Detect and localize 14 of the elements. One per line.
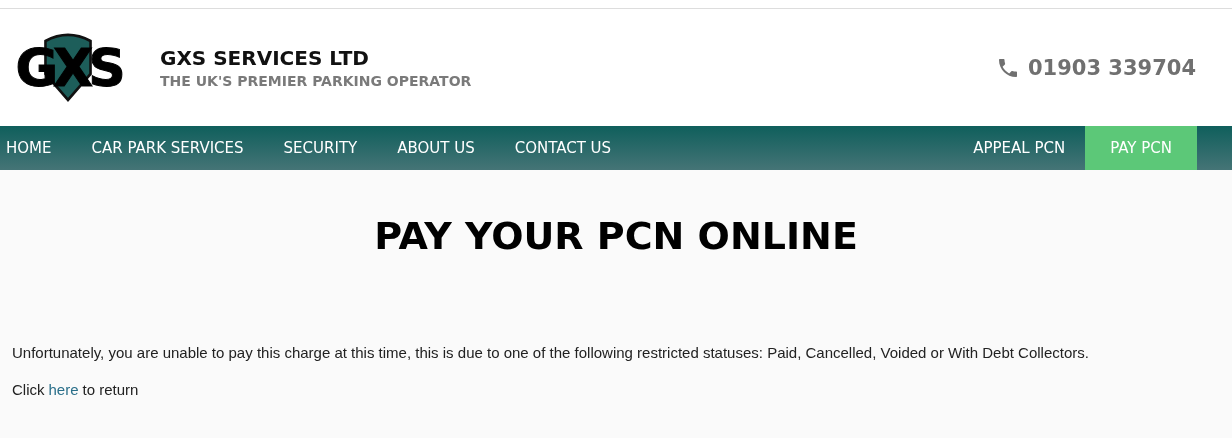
nav-link[interactable]: CAR PARK SERVICES xyxy=(71,126,264,170)
tagline: THE UK'S PREMIER PARKING OPERATOR xyxy=(160,73,472,89)
return-link[interactable]: here xyxy=(48,381,79,398)
return-text: Click xyxy=(12,381,45,398)
phone-number[interactable]: 01903 339704 xyxy=(1027,55,1196,80)
message-text: Unfortunately, you are unable to pay this charge at this time, this is due to one of the following restricted statuses: Paid, Cancelled, Voided or With Debt Collectors. xyxy=(12,343,1090,363)
page-heading: PAY YOUR PCN ONLINE xyxy=(373,214,859,258)
return-text: to return xyxy=(82,381,139,398)
nav-link[interactable]: SECURITY xyxy=(263,126,378,170)
nav-link[interactable]: APPEAL PCN xyxy=(953,126,1086,170)
company-name: GXS SERVICES LTD xyxy=(160,46,370,70)
nav-link[interactable]: HOME xyxy=(0,126,72,170)
nav-link[interactable]: CONTACT US xyxy=(494,126,632,170)
nav-link[interactable]: ABOUT US xyxy=(377,126,495,170)
